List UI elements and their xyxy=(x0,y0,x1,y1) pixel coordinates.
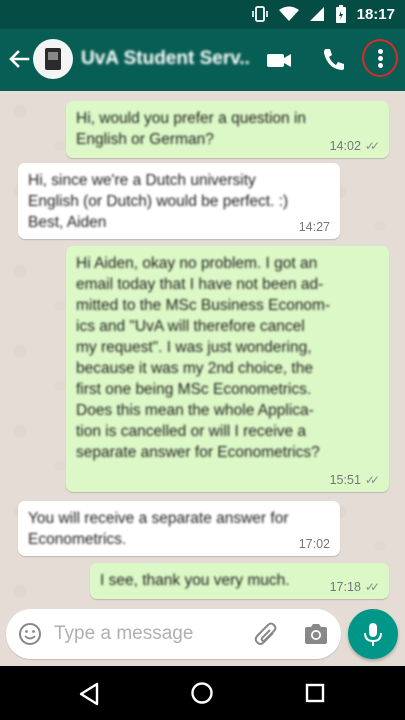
phone-icon xyxy=(324,49,344,70)
more-options-button[interactable] xyxy=(362,39,398,77)
signal-icon xyxy=(309,7,324,21)
vibrate-icon xyxy=(251,6,268,22)
emoji-button[interactable] xyxy=(18,622,42,646)
camera-icon xyxy=(305,624,327,644)
status-time: 18:17 xyxy=(356,5,395,23)
message-compose-box xyxy=(6,609,341,659)
status-bar: 18:17 xyxy=(0,0,405,29)
chat-area[interactable]: Hi, would you prefer a question in Engli… xyxy=(0,91,405,604)
message-meta: 14:27 xyxy=(299,220,330,234)
attach-button[interactable] xyxy=(253,621,279,647)
video-call-button[interactable] xyxy=(265,46,293,74)
nav-home-icon[interactable] xyxy=(190,681,214,705)
message-bubble-incoming[interactable]: You will receive a separate answer for E… xyxy=(18,501,340,556)
avatar-logo-detail xyxy=(48,52,58,60)
message-text: Hi, since we're a Dutch university Engli… xyxy=(28,172,289,231)
mic-icon xyxy=(364,623,382,646)
read-ticks-icon: ✓✓ xyxy=(364,473,380,487)
emoji-icon xyxy=(19,623,41,645)
back-arrow-icon xyxy=(9,50,30,68)
message-meta: 17:18 ✓✓ xyxy=(329,580,380,594)
contact-avatar[interactable] xyxy=(33,39,73,79)
message-text: Hi Aiden, okay no problem. I got an emai… xyxy=(76,255,331,461)
wifi-icon xyxy=(278,6,299,21)
message-time: 15:51 xyxy=(329,473,361,487)
contact-name[interactable]: UvA Student Serv... xyxy=(81,48,251,70)
message-bubble-incoming[interactable]: Hi, since we're a Dutch university Engli… xyxy=(18,163,340,239)
system-nav-bar xyxy=(0,666,405,720)
chat-header: UvA Student Serv... xyxy=(0,29,405,91)
message-meta: 17:02 xyxy=(299,537,330,551)
attach-icon xyxy=(254,622,277,645)
more-vert-icon xyxy=(378,49,383,54)
message-time: 14:02 xyxy=(329,139,361,153)
battery-icon xyxy=(335,5,346,23)
more-vert-icon-dot xyxy=(378,56,383,61)
voice-message-button[interactable] xyxy=(348,609,398,659)
message-meta: 15:51 ✓✓ xyxy=(329,473,380,487)
message-bubble-outgoing[interactable]: I see, thank you very much. 17:18 ✓✓ xyxy=(90,563,389,599)
read-ticks-icon: ✓✓ xyxy=(364,139,380,153)
camera-button[interactable] xyxy=(303,622,329,646)
message-bubble-outgoing[interactable]: Hi, would you prefer a question in Engli… xyxy=(66,101,389,158)
message-bubble-outgoing[interactable]: Hi Aiden, okay no problem. I got an emai… xyxy=(66,246,389,492)
video-call-icon xyxy=(267,54,291,67)
back-button[interactable] xyxy=(6,46,32,72)
message-input[interactable] xyxy=(54,621,234,647)
nav-back-icon[interactable] xyxy=(78,682,100,706)
voice-call-button[interactable] xyxy=(320,45,346,73)
read-ticks-icon: ✓✓ xyxy=(364,580,380,594)
message-text: You will receive a separate answer for E… xyxy=(28,510,289,548)
message-time: 17:02 xyxy=(298,537,330,551)
message-time: 17:18 xyxy=(329,580,361,594)
message-time: 14:27 xyxy=(298,220,330,234)
more-vert-icon-dot xyxy=(378,63,383,68)
nav-recent-icon[interactable] xyxy=(305,683,325,703)
status-icons: 18:17 xyxy=(251,5,395,23)
message-meta: 14:02 ✓✓ xyxy=(329,139,380,153)
